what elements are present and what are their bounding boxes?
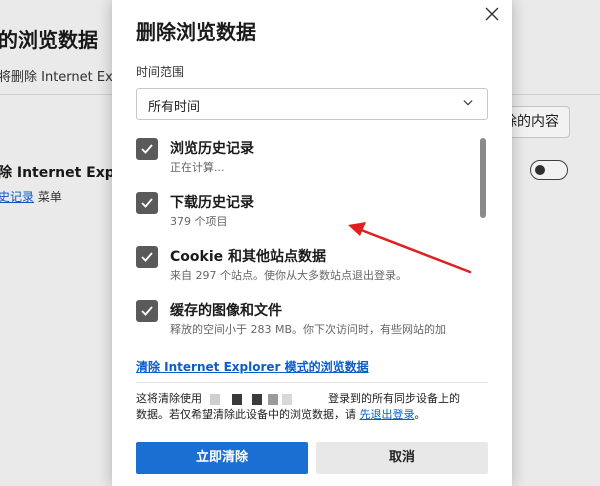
item-label: 浏览历史记录 [170, 141, 254, 157]
sign-out-link[interactable]: 先退出登录 [360, 408, 415, 421]
data-type-list[interactable]: 浏览历史记录 正在计算... 下载历史记录 379 个项目 Cookie 和其他… [136, 132, 488, 342]
list-scrollbar[interactable] [480, 138, 486, 218]
item-description: 来自 297 个站点。使你从大多数站点退出登录。 [170, 269, 407, 282]
cancel-button[interactable]: 取消 [316, 442, 488, 474]
redaction-gap [306, 394, 328, 405]
sync-note-prefix: 这将清除使用 [136, 392, 202, 405]
clear-now-button[interactable]: 立即清除 [136, 442, 308, 474]
item-description: 释放的空间小于 283 MB。你下次访问时，有些网站的加 [170, 323, 447, 336]
sync-note-line-1: 这将清除使用 登录到的所有同步设备上的 [136, 391, 496, 407]
checkmark-icon [141, 144, 153, 154]
clear-ie-mode-data-link[interactable]: 清除 Internet Explorer 模式的浏览数据 [136, 358, 369, 375]
checkbox-download-history[interactable] [136, 192, 158, 214]
clear-browsing-data-dialog: 删除浏览数据 时间范围 所有时间 浏览历史记录 正在计算... 下载历史记录 3… [112, 0, 512, 486]
sync-note-text: 数据。若仅希望清除此设备中的浏览数据，请 [136, 408, 360, 421]
close-icon[interactable] [480, 2, 504, 26]
item-label: 缓存的图像和文件 [170, 303, 282, 319]
sync-note: 这将清除使用 登录到的所有同步设备上的 数据。若仅希望清除此设备中的浏览数据，请 … [136, 391, 496, 423]
dialog-title: 删除浏览数据 [136, 20, 256, 44]
item-label: Cookie 和其他站点数据 [170, 249, 326, 265]
divider [136, 382, 488, 383]
chevron-down-icon [463, 100, 473, 106]
sync-note-suffix: 登录到的所有同步设备上的 [328, 392, 460, 405]
item-label: 下载历史记录 [170, 195, 254, 211]
item-description: 379 个项目 [170, 215, 228, 228]
checkbox-cookies[interactable] [136, 246, 158, 268]
checkbox-browsing-history[interactable] [136, 138, 158, 160]
checkbox-cached-images[interactable] [136, 300, 158, 322]
sync-note-period: 。 [414, 408, 426, 421]
time-range-label: 时间范围 [136, 65, 185, 79]
checkmark-icon [141, 198, 153, 208]
time-range-select[interactable]: 所有时间 [136, 88, 488, 120]
redacted-account-blocks [210, 393, 292, 405]
time-range-value: 所有时间 [148, 100, 201, 115]
checkmark-icon [141, 252, 153, 262]
item-description: 正在计算... [170, 161, 225, 174]
sync-note-line-2: 数据。若仅希望清除此设备中的浏览数据，请 先退出登录。 [136, 407, 496, 423]
redacted-account [202, 394, 210, 405]
checkmark-icon [141, 306, 153, 316]
